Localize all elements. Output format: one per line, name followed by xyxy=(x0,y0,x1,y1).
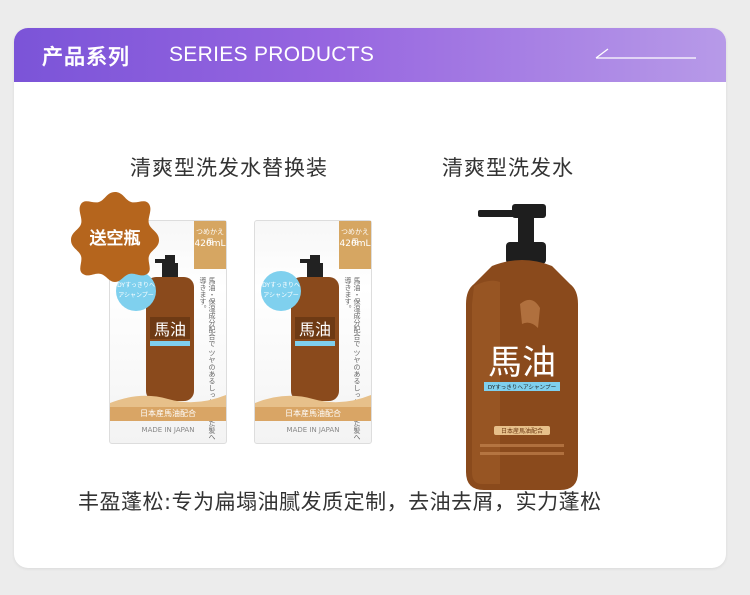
pouch-brand-text: 馬油 xyxy=(154,320,186,339)
pouch-origin-text: MADE IN JAPAN xyxy=(286,426,340,434)
pouch-feature-bubble: DYすっきりヘアシャンプー xyxy=(261,271,301,311)
bottle-band-text: 日本産馬油配合 xyxy=(501,427,543,435)
product-series-card: 产品系列 SERIES PRODUCTS 清爽型洗发水替换装 清爽型洗发水 つめ… xyxy=(14,28,726,568)
product-name-bottle: 清爽型洗发水 xyxy=(442,156,574,180)
bottle-brand-text: 馬油 xyxy=(488,343,556,383)
shampoo-bottle-image: 馬油 DYすっきりヘアシャンプー 日本産馬油配合 xyxy=(466,204,578,490)
product-description: 丰盈蓬松:专为扁塌油腻发质定制，去油去屑，实力蓬松 xyxy=(78,490,602,514)
section-header: 产品系列 SERIES PRODUCTS xyxy=(14,28,726,82)
pouch-volume: 420mL xyxy=(339,239,371,249)
pouch-band-text: 日本産馬油配合 xyxy=(110,407,226,421)
pouch-volume: 420mL xyxy=(194,239,226,249)
pouch-brand-text: 馬油 xyxy=(299,320,331,339)
product-name-refill: 清爽型洗发水替换装 xyxy=(130,156,328,180)
bottle-sub-text: DYすっきりヘアシャンプー xyxy=(488,384,557,391)
refill-pouch-image: つめかえ用 420mL 馬油 DYすっきりヘアシャンプー 馬油・保湿成分配合で … xyxy=(254,220,372,444)
pouch-band-text: 日本産馬油配合 xyxy=(255,407,371,421)
section-title-en: SERIES PRODUCTS xyxy=(169,43,375,66)
section-title-cn: 产品系列 xyxy=(42,45,130,69)
decorative-arrow-icon xyxy=(595,48,696,59)
pouch-origin-text: MADE IN JAPAN xyxy=(141,426,195,434)
badge-label: 送空瓶 xyxy=(89,229,141,249)
